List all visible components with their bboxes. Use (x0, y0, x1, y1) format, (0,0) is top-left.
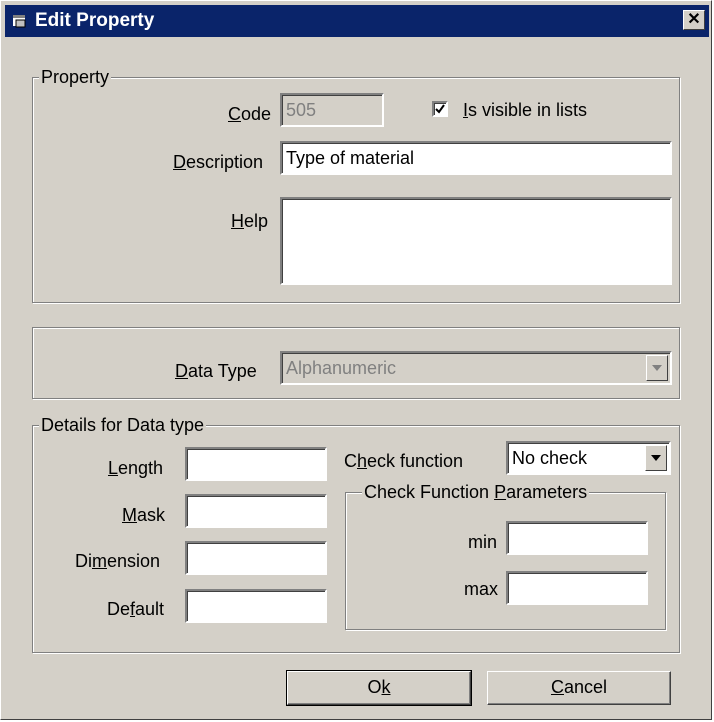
data-type-value: Alphanumeric (286, 358, 397, 378)
help-label: Help (231, 211, 269, 231)
min-label: min (468, 532, 498, 552)
visible-in-lists-checkbox[interactable] (432, 101, 448, 117)
check-function-parameters-group: Check Function Parameters (345, 481, 666, 630)
max-label: max (464, 579, 499, 599)
property-window-icon (13, 15, 26, 28)
data-type-label: Data Type (175, 361, 257, 381)
window-title: Edit Property (35, 10, 155, 31)
check-function-parameters-legend: Check Function Parameters (362, 481, 590, 503)
data-type-select: Alphanumeric (280, 351, 672, 385)
ok-button[interactable]: Ok (286, 670, 472, 706)
max-field[interactable] (506, 571, 648, 605)
check-function-value: No check (512, 448, 588, 468)
chevron-down-icon (651, 455, 661, 461)
default-label: Default (107, 599, 165, 619)
dimension-field[interactable] (185, 541, 327, 575)
check-function-select[interactable]: No check (506, 441, 671, 475)
chevron-down-icon (652, 365, 662, 371)
edit-property-dialog: Edit Property ✕ Property Code 505 Is vis… (0, 0, 712, 720)
data-type-dropdown-button (646, 355, 668, 381)
close-button[interactable]: ✕ (683, 10, 705, 30)
title-bar: Edit Property ✕ (5, 5, 709, 37)
checkmark-icon (435, 104, 445, 114)
close-icon: ✕ (687, 11, 701, 28)
details-group-legend: Details for Data type (39, 414, 207, 436)
length-field[interactable] (185, 447, 327, 481)
default-field[interactable] (185, 589, 327, 623)
check-function-dropdown-button[interactable] (645, 445, 667, 471)
check-function-label: Check function (344, 451, 464, 471)
help-field[interactable] (280, 197, 672, 285)
description-label: Description (173, 152, 264, 172)
visible-in-lists-label[interactable]: Is visible in lists (463, 99, 587, 121)
length-label: Length (108, 458, 164, 478)
mask-field[interactable] (185, 494, 327, 528)
min-field[interactable] (506, 521, 648, 555)
code-label: Code (228, 104, 272, 124)
mask-label: Mask (122, 505, 166, 525)
description-field[interactable]: Type of material (280, 141, 672, 175)
dimension-label: Dimension (75, 551, 161, 571)
cancel-button[interactable]: Cancel (487, 671, 671, 705)
property-group-legend: Property (39, 66, 112, 88)
code-field: 505 (280, 93, 384, 127)
